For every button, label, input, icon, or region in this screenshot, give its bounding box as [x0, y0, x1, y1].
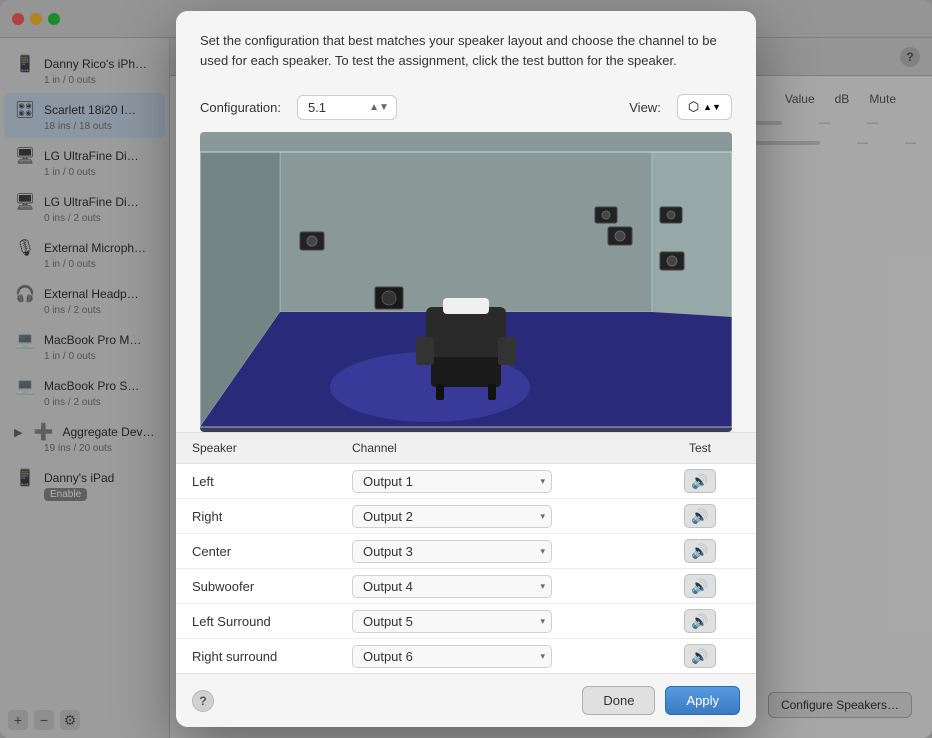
test-cell-center: 🔊	[660, 539, 740, 563]
speaker-test-icon: 🔊	[691, 473, 708, 490]
speaker-column-header: Speaker	[192, 441, 352, 455]
channel-arrow-icon: ▾	[540, 546, 545, 557]
speaker-row-left-surround: Left Surround Output 5 ▾ 🔊	[176, 604, 756, 639]
speaker-name-left-surround: Left Surround	[192, 614, 352, 629]
speaker-table: Speaker Channel Test Left Output 1 ▾ 🔊 R…	[176, 432, 756, 673]
test-button-right-surround[interactable]: 🔊	[684, 644, 716, 668]
test-button-sub[interactable]: 🔊	[684, 574, 716, 598]
speaker-row-center: Center Output 3 ▾ 🔊	[176, 534, 756, 569]
speaker-test-icon: 🔊	[691, 543, 708, 560]
channel-arrow-icon: ▾	[540, 616, 545, 627]
room-3d	[200, 132, 732, 432]
speaker-row-right: Right Output 2 ▾ 🔊	[176, 499, 756, 534]
modal-overlay: Set the configuration that best matches …	[0, 0, 932, 738]
config-label: Configuration:	[200, 100, 281, 115]
configuration-select-wrapper[interactable]: 5.1 2.0 Stereo 7.1 ▲▼	[297, 95, 397, 120]
channel-arrow-icon: ▾	[540, 511, 545, 522]
speaker-row-right-surround: Right surround Output 6 ▾ 🔊	[176, 639, 756, 673]
channel-select-center[interactable]: Output 3 ▾	[352, 540, 552, 563]
speaker-channel-left: Output 1 ▾	[352, 470, 660, 493]
speaker-test-icon: 🔊	[691, 648, 708, 665]
test-button-right[interactable]: 🔊	[684, 504, 716, 528]
modal-footer: ? Done Apply	[176, 673, 756, 727]
speaker-test-icon: 🔊	[691, 613, 708, 630]
speaker-name-right-surround: Right surround	[192, 649, 352, 664]
speaker-test-icon: 🔊	[691, 578, 708, 595]
test-cell-sub: 🔊	[660, 574, 740, 598]
channel-select-left[interactable]: Output 1 ▾	[352, 470, 552, 493]
test-column-header: Test	[660, 441, 740, 455]
test-cell-left: 🔊	[660, 469, 740, 493]
view-button[interactable]: ⬡ ▲▼	[677, 94, 732, 120]
view-label: View:	[629, 100, 661, 115]
speaker-channel-right-surround: Output 6 ▾	[352, 645, 660, 668]
channel-select-sub[interactable]: Output 4 ▾	[352, 575, 552, 598]
configuration-select[interactable]: 5.1 2.0 Stereo 7.1	[297, 95, 397, 120]
speaker-channel-left-surround: Output 5 ▾	[352, 610, 660, 633]
table-header: Speaker Channel Test	[176, 433, 756, 464]
channel-select-right-surround[interactable]: Output 6 ▾	[352, 645, 552, 668]
cube-icon: ⬡	[688, 99, 699, 115]
test-button-left[interactable]: 🔊	[684, 469, 716, 493]
modal-config-row: Configuration: 5.1 2.0 Stereo 7.1 ▲▼ Vie…	[176, 86, 756, 132]
test-cell-right: 🔊	[660, 504, 740, 528]
speaker-config-modal: Set the configuration that best matches …	[176, 11, 756, 727]
done-button[interactable]: Done	[582, 686, 655, 715]
channel-column-header: Channel	[352, 441, 660, 455]
speaker-test-icon: 🔊	[691, 508, 708, 525]
modal-help-button[interactable]: ?	[192, 690, 214, 712]
footer-buttons: Done Apply	[582, 686, 740, 715]
channel-arrow-icon: ▾	[540, 476, 545, 487]
modal-description: Set the configuration that best matches …	[176, 11, 756, 86]
speaker-name-sub: Subwoofer	[192, 579, 352, 594]
view-arrow-icon: ▲▼	[703, 102, 721, 112]
test-cell-left-surround: 🔊	[660, 609, 740, 633]
channel-select-left-surround[interactable]: Output 5 ▾	[352, 610, 552, 633]
test-cell-right-surround: 🔊	[660, 644, 740, 668]
speaker-channel-center: Output 3 ▾	[352, 540, 660, 563]
speaker-name-left: Left	[192, 474, 352, 489]
channel-select-right[interactable]: Output 2 ▾	[352, 505, 552, 528]
speaker-channel-right: Output 2 ▾	[352, 505, 660, 528]
speaker-name-right: Right	[192, 509, 352, 524]
speaker-row-left: Left Output 1 ▾ 🔊	[176, 464, 756, 499]
test-button-center[interactable]: 🔊	[684, 539, 716, 563]
channel-arrow-icon: ▾	[540, 651, 545, 662]
speaker-channel-sub: Output 4 ▾	[352, 575, 660, 598]
test-button-left-surround[interactable]: 🔊	[684, 609, 716, 633]
room-visualization	[200, 132, 732, 432]
channel-arrow-icon: ▾	[540, 581, 545, 592]
apply-button[interactable]: Apply	[665, 686, 740, 715]
speaker-row-sub: Subwoofer Output 4 ▾ 🔊	[176, 569, 756, 604]
speaker-name-center: Center	[192, 544, 352, 559]
chair-svg	[411, 292, 521, 402]
